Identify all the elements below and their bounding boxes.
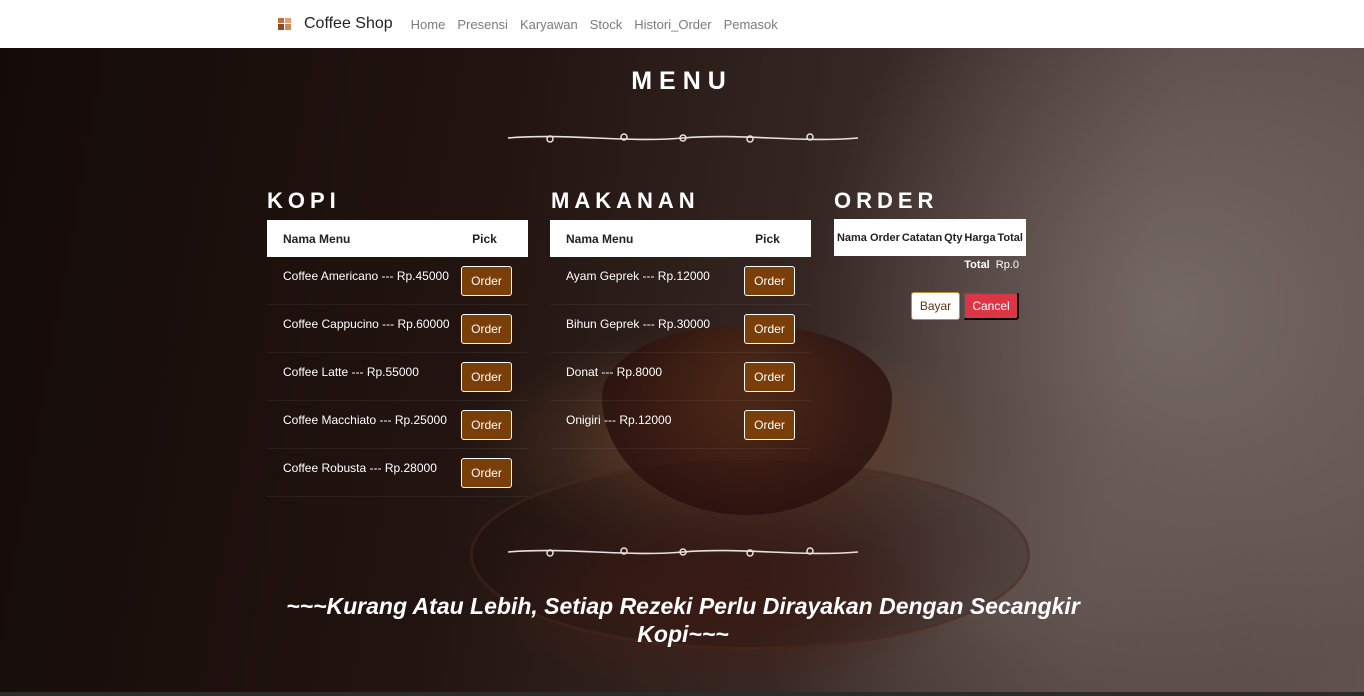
- nav-link-stock[interactable]: Stock: [590, 17, 623, 32]
- kopi-row: Coffee Americano --- Rp.45000 Order: [267, 257, 528, 305]
- kopi-row: Coffee Robusta --- Rp.28000 Order: [267, 449, 528, 497]
- makanan-heading: MAKANAN: [551, 188, 700, 213]
- kopi-row: Coffee Macchiato --- Rp.25000 Order: [267, 401, 528, 449]
- order-button-coffee-americano[interactable]: Order: [461, 265, 512, 296]
- kopi-row: Coffee Latte --- Rp.55000 Order: [267, 353, 528, 401]
- kopi-table: Nama Menu Pick Coffee Americano --- Rp.4…: [267, 220, 528, 497]
- column-header-harga: Harga: [964, 231, 996, 244]
- kopi-heading: KOPI: [267, 188, 341, 213]
- nav-link-presensi[interactable]: Presensi: [457, 17, 508, 32]
- nav-link-pemasok[interactable]: Pemasok: [724, 17, 778, 32]
- column-header-catatan: Catatan: [901, 231, 943, 244]
- bayar-button[interactable]: Bayar: [911, 292, 960, 320]
- column-header-qty: Qty: [944, 231, 963, 244]
- makanan-row: Ayam Geprek --- Rp.12000 Order: [550, 257, 811, 305]
- order-button-onigiri[interactable]: Order: [744, 409, 795, 440]
- total-value: Rp.0: [995, 259, 1019, 271]
- makanan-row: Donat --- Rp.8000 Order: [550, 353, 811, 401]
- makanan-row: Onigiri --- Rp.12000 Order: [550, 401, 811, 449]
- cancel-button[interactable]: Cancel: [963, 292, 1019, 320]
- makanan-table: Nama Menu Pick Ayam Geprek --- Rp.12000 …: [550, 220, 811, 449]
- column-header-nama-menu: Nama Menu: [566, 231, 634, 246]
- menu-item-label: Donat --- Rp.8000: [566, 364, 663, 379]
- menu-item-label: Coffee Macchiato --- Rp.25000: [283, 412, 447, 427]
- order-button-coffee-macchiato[interactable]: Order: [461, 409, 512, 440]
- column-header-nama-menu: Nama Menu: [283, 231, 351, 246]
- ornament-divider-top: [507, 133, 859, 143]
- kopi-row: Coffee Cappucino --- Rp.60000 Order: [267, 305, 528, 353]
- coffee-shop-logo-icon: [278, 17, 292, 31]
- column-header-pick: Pick: [472, 231, 497, 246]
- order-button-coffee-cappucino[interactable]: Order: [461, 313, 512, 344]
- brand[interactable]: Coffee Shop: [278, 15, 393, 33]
- order-button-ayam-geprek[interactable]: Order: [744, 265, 795, 296]
- menu-heading: MENU: [631, 67, 733, 95]
- brand-name: Coffee Shop: [304, 15, 393, 32]
- column-header-nama-order: Nama Order: [836, 231, 900, 244]
- order-button-coffee-robusta[interactable]: Order: [461, 457, 512, 488]
- kopi-table-header: Nama Menu Pick: [267, 220, 528, 257]
- menu-item-label: Coffee Robusta --- Rp.28000: [283, 460, 437, 475]
- order-button-coffee-latte[interactable]: Order: [461, 361, 512, 392]
- nav-link-home[interactable]: Home: [411, 17, 446, 32]
- column-header-pick: Pick: [755, 231, 780, 246]
- menu-item-label: Coffee Cappucino --- Rp.60000: [283, 316, 450, 331]
- navbar: Coffee Shop Home Presensi Karyawan Stock…: [0, 0, 1364, 48]
- order-button-donat[interactable]: Order: [744, 361, 795, 392]
- menu-item-label: Onigiri --- Rp.12000: [566, 412, 672, 427]
- bottom-strip: [0, 692, 1364, 696]
- nav-link-histori-order[interactable]: Histori_Order: [634, 17, 711, 32]
- menu-item-label: Bihun Geprek --- Rp.30000: [566, 316, 711, 331]
- column-header-total: Total: [997, 231, 1023, 244]
- menu-item-label: Coffee Latte --- Rp.55000: [283, 364, 419, 379]
- makanan-table-header: Nama Menu Pick: [550, 220, 811, 257]
- order-heading: ORDER: [834, 188, 939, 213]
- menu-item-label: Ayam Geprek --- Rp.12000: [566, 268, 710, 283]
- ornament-divider-bottom: [507, 547, 859, 557]
- makanan-row: Bihun Geprek --- Rp.30000 Order: [550, 305, 811, 353]
- total-label: Total: [964, 259, 990, 271]
- order-table-header: Nama Order Catatan Qty Harga Total: [834, 219, 1026, 256]
- menu-item-label: Coffee Americano --- Rp.45000: [283, 268, 449, 283]
- order-button-bihun-geprek[interactable]: Order: [744, 313, 795, 344]
- nav-link-karyawan[interactable]: Karyawan: [520, 17, 578, 32]
- quote-text: ~~~Kurang Atau Lebih, Setiap Rezeki Perl…: [286, 593, 1080, 647]
- order-total: Total Rp.0: [834, 259, 1026, 271]
